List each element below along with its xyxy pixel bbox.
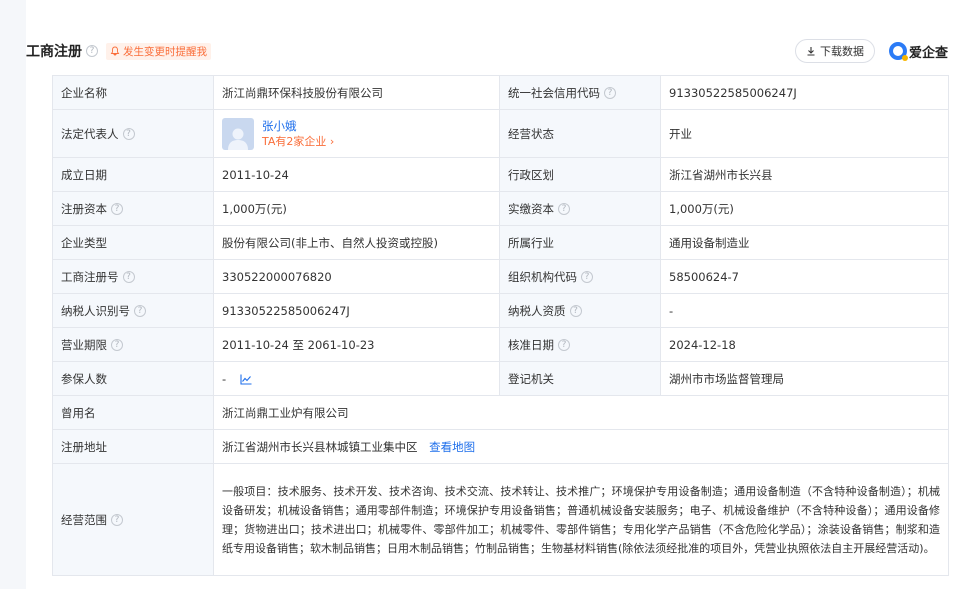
industry-value: 通用设备制造业 bbox=[660, 225, 949, 260]
term-value: 2011-10-24 至 2061-10-23 bbox=[213, 327, 500, 362]
founded-value: 2011-10-24 bbox=[213, 157, 500, 192]
person-icon bbox=[228, 128, 248, 150]
download-icon bbox=[807, 47, 815, 56]
type-value: 股份有限公司(非上市、自然人投资或控股) bbox=[213, 225, 500, 260]
section-title: 工商注册 bbox=[26, 44, 82, 60]
help-icon[interactable]: ? bbox=[111, 339, 123, 351]
scope-label: 经营范围? bbox=[52, 463, 214, 576]
avatar[interactable] bbox=[222, 117, 254, 150]
insured-label: 参保人数 bbox=[52, 361, 214, 396]
view-map-link[interactable]: 查看地图 bbox=[429, 440, 475, 454]
trend-chart-icon[interactable] bbox=[240, 374, 252, 385]
region-value: 浙江省湖州市长兴县 bbox=[660, 157, 949, 192]
former-name-value: 浙江尚鼎工业炉有限公司 bbox=[213, 395, 949, 430]
table-row: 工商注册号? 330522000076820 组织机构代码? 58500624-… bbox=[52, 259, 949, 294]
download-data-label: 下载数据 bbox=[819, 45, 864, 58]
help-icon[interactable]: ? bbox=[558, 203, 570, 215]
table-row: 纳税人识别号? 91330522585006247J 纳税人资质? - bbox=[52, 293, 949, 328]
taxpayer-qual-value: - bbox=[660, 293, 949, 328]
change-alert-link[interactable]: 发生变更时提醒我 bbox=[106, 42, 211, 60]
brand-logo[interactable]: 爱企查 bbox=[888, 42, 948, 61]
table-row: 企业类型 股份有限公司(非上市、自然人投资或控股) 所属行业 通用设备制造业 bbox=[52, 225, 949, 260]
table-row: 曾用名 浙江尚鼎工业炉有限公司 bbox=[52, 395, 949, 430]
table-row: 注册地址 浙江省湖州市长兴县林城镇工业集中区 查看地图 bbox=[52, 429, 949, 464]
company-name-label: 企业名称 bbox=[52, 75, 214, 110]
brand-name: 爱企查 bbox=[908, 45, 948, 61]
legal-rep-label: 法定代表人? bbox=[52, 109, 214, 158]
help-icon[interactable]: ? bbox=[134, 305, 146, 317]
insured-count: - bbox=[222, 371, 227, 386]
reg-no-label: 工商注册号? bbox=[52, 259, 214, 294]
table-row: 营业期限? 2011-10-24 至 2061-10-23 核准日期? 2024… bbox=[52, 327, 949, 362]
address-label: 注册地址 bbox=[52, 429, 214, 464]
tax-id-label: 纳税人识别号? bbox=[52, 293, 214, 328]
approval-label: 核准日期? bbox=[499, 327, 661, 362]
reg-no-value: 330522000076820 bbox=[213, 259, 500, 294]
taxpayer-qual-label: 纳税人资质? bbox=[499, 293, 661, 328]
table-row: 成立日期 2011-10-24 行政区划 浙江省湖州市长兴县 bbox=[52, 157, 949, 192]
address-value: 浙江省湖州市长兴县林城镇工业集中区 查看地图 bbox=[213, 429, 949, 464]
table-row: 经营范围? 一般项目：技术服务、技术开发、技术咨询、技术交流、技术转让、技术推广… bbox=[52, 463, 949, 576]
company-name-value: 浙江尚鼎环保科技股份有限公司 bbox=[213, 75, 500, 110]
change-alert-label: 发生变更时提醒我 bbox=[123, 45, 207, 58]
founded-label: 成立日期 bbox=[52, 157, 214, 192]
help-icon[interactable]: ? bbox=[558, 339, 570, 351]
legal-rep-value: 张小娥 TA有2家企业 › bbox=[213, 109, 500, 158]
section-header: 工商注册 ? 发生变更时提醒我 下载数据 爱企查 bbox=[26, 38, 948, 64]
authority-value: 湖州市市场监督管理局 bbox=[660, 361, 949, 396]
help-icon[interactable]: ? bbox=[122, 271, 135, 283]
scope-value: 一般项目：技术服务、技术开发、技术咨询、技术交流、技术转让、技术推广；环境保护专… bbox=[213, 463, 949, 576]
bell-icon bbox=[110, 46, 120, 56]
credit-code-label: 统一社会信用代码? bbox=[499, 75, 661, 110]
industry-label: 所属行业 bbox=[499, 225, 661, 260]
credit-code-value: 91330522585006247J bbox=[660, 75, 949, 110]
authority-label: 登记机关 bbox=[499, 361, 661, 396]
help-icon[interactable]: ? bbox=[569, 305, 582, 317]
brand-logo-icon bbox=[888, 42, 908, 61]
registration-table: 企业名称 浙江尚鼎环保科技股份有限公司 统一社会信用代码? 9133052258… bbox=[52, 75, 949, 576]
org-code-value: 58500624-7 bbox=[660, 259, 949, 294]
tax-id-value: 91330522585006247J bbox=[213, 293, 500, 328]
address-text: 浙江省湖州市长兴县林城镇工业集中区 bbox=[222, 439, 418, 454]
table-row: 注册资本? 1,000万(元) 实缴资本? 1,000万(元) bbox=[52, 191, 949, 226]
type-label: 企业类型 bbox=[52, 225, 214, 260]
legal-rep-companies-link[interactable]: TA有2家企业 › bbox=[262, 134, 334, 150]
help-icon[interactable]: ? bbox=[581, 271, 593, 283]
status-label: 经营状态 bbox=[499, 109, 661, 158]
help-icon[interactable]: ? bbox=[86, 45, 98, 57]
org-code-label: 组织机构代码? bbox=[499, 259, 661, 294]
help-icon[interactable]: ? bbox=[604, 87, 616, 99]
table-row: 企业名称 浙江尚鼎环保科技股份有限公司 统一社会信用代码? 9133052258… bbox=[52, 75, 949, 110]
term-label: 营业期限? bbox=[52, 327, 214, 362]
status-value: 开业 bbox=[660, 109, 949, 158]
reg-capital-value: 1,000万(元) bbox=[213, 191, 500, 226]
help-icon[interactable]: ? bbox=[111, 514, 123, 526]
reg-capital-label: 注册资本? bbox=[52, 191, 214, 226]
approval-value: 2024-12-18 bbox=[660, 327, 949, 362]
insured-value: - bbox=[213, 361, 500, 396]
former-name-label: 曾用名 bbox=[52, 395, 214, 430]
table-row: 法定代表人? 张小娥 TA有2家企业 › 经营状态 开业 bbox=[52, 109, 949, 158]
help-icon[interactable]: ? bbox=[111, 203, 123, 215]
paid-capital-value: 1,000万(元) bbox=[660, 191, 949, 226]
table-row: 参保人数 - 登记机关 湖州市市场监督管理局 bbox=[52, 361, 949, 396]
help-icon[interactable]: ? bbox=[122, 128, 135, 140]
region-label: 行政区划 bbox=[499, 157, 661, 192]
download-data-button[interactable]: 下载数据 bbox=[794, 39, 875, 63]
legal-rep-name-link[interactable]: 张小娥 bbox=[262, 118, 334, 134]
paid-capital-label: 实缴资本? bbox=[499, 191, 661, 226]
